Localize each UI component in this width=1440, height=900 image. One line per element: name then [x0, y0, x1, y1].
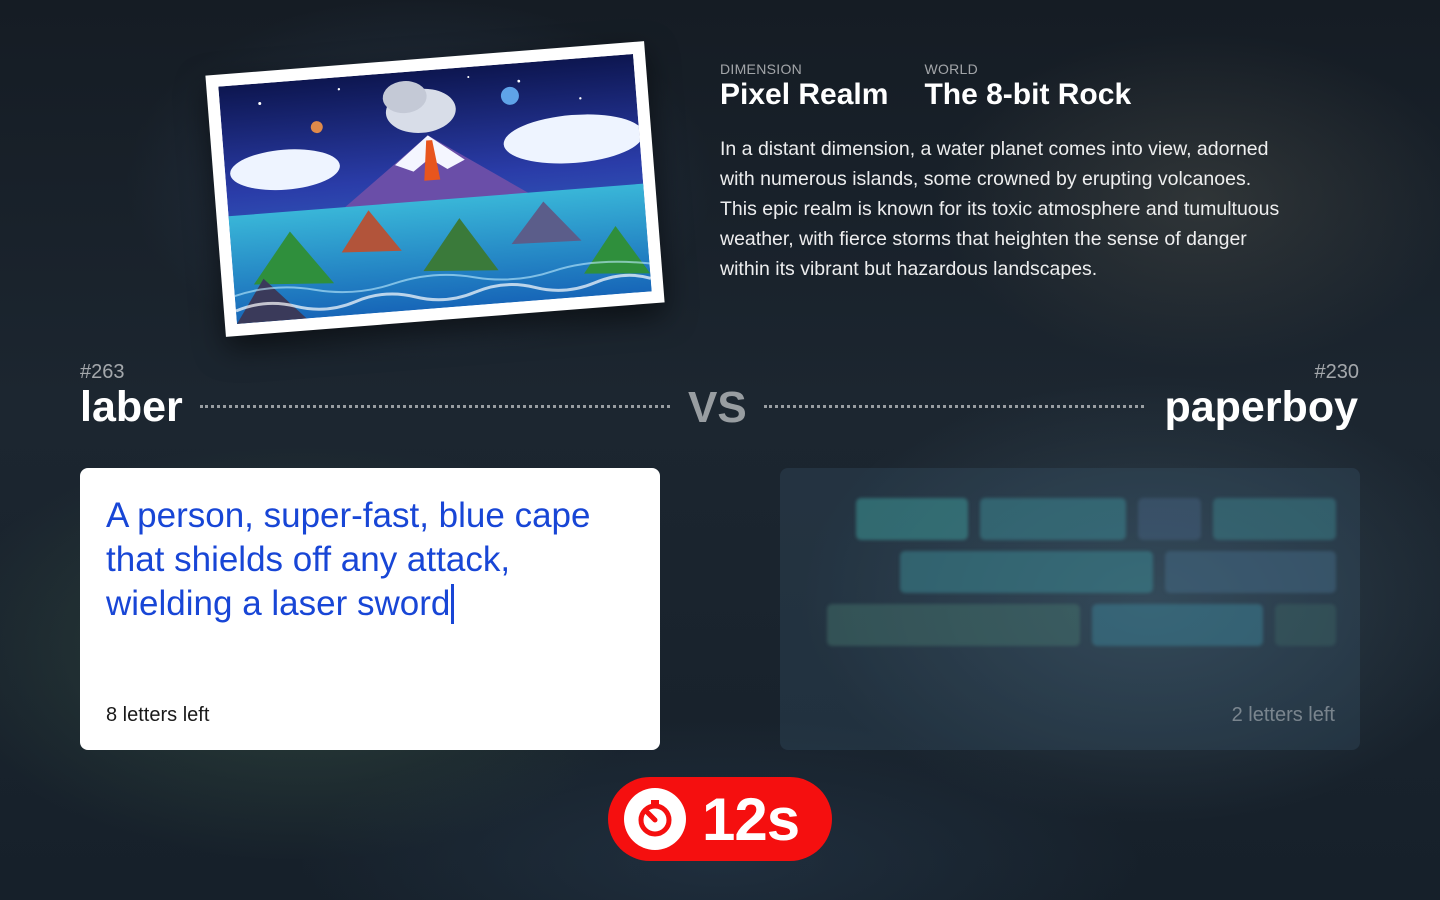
dimension-value: Pixel Realm: [720, 78, 889, 111]
hidden-word-block: [856, 498, 968, 540]
hidden-word-block: [980, 498, 1126, 540]
my-letters-left: 8 letters left: [106, 704, 210, 726]
right-dotted-divider: [764, 405, 1144, 408]
right-player-number: #230: [1314, 361, 1360, 383]
dimension-block: DIMENSION Pixel Realm: [720, 61, 888, 112]
world-image-card: [205, 41, 665, 337]
world-info: DIMENSION Pixel Realm WORLD The 8-bit Ro…: [720, 61, 1300, 284]
hidden-word-block: [827, 604, 1080, 646]
opponent-letters-left: 2 letters left: [1231, 704, 1335, 726]
timer-value: 12s: [702, 785, 800, 853]
vs-label: VS: [688, 383, 747, 432]
world-description: In a distant dimension, a water planet c…: [720, 138, 1280, 280]
my-answer-text: A person, super-fast, blue cape that shi…: [106, 496, 591, 623]
my-answer-input[interactable]: A person, super-fast, blue cape that shi…: [106, 494, 636, 626]
hidden-word-block: [1213, 498, 1336, 540]
world-value: The 8-bit Rock: [924, 78, 1132, 111]
world-illustration: [218, 54, 652, 324]
hidden-word-block: [1275, 604, 1336, 646]
world-block: WORLD The 8-bit Rock: [924, 61, 1131, 112]
hidden-word-block: [1165, 551, 1336, 593]
my-answer-card[interactable]: A person, super-fast, blue cape that shi…: [80, 468, 660, 750]
left-player-number: #263: [80, 361, 125, 383]
hidden-word-block: [900, 551, 1153, 593]
hidden-word-block: [1138, 498, 1201, 540]
text-caret: [451, 584, 455, 624]
stopwatch-icon: [624, 788, 686, 850]
left-player-name: laber: [80, 383, 183, 431]
left-dotted-divider: [200, 405, 670, 408]
countdown-timer: 12s: [608, 777, 832, 861]
hidden-word-block: [1092, 604, 1263, 646]
world-label: WORLD: [924, 61, 979, 77]
dimension-label: DIMENSION: [720, 61, 803, 77]
right-player-name: paperboy: [1164, 383, 1358, 431]
opponent-answer-card: 2 letters left: [780, 468, 1360, 750]
